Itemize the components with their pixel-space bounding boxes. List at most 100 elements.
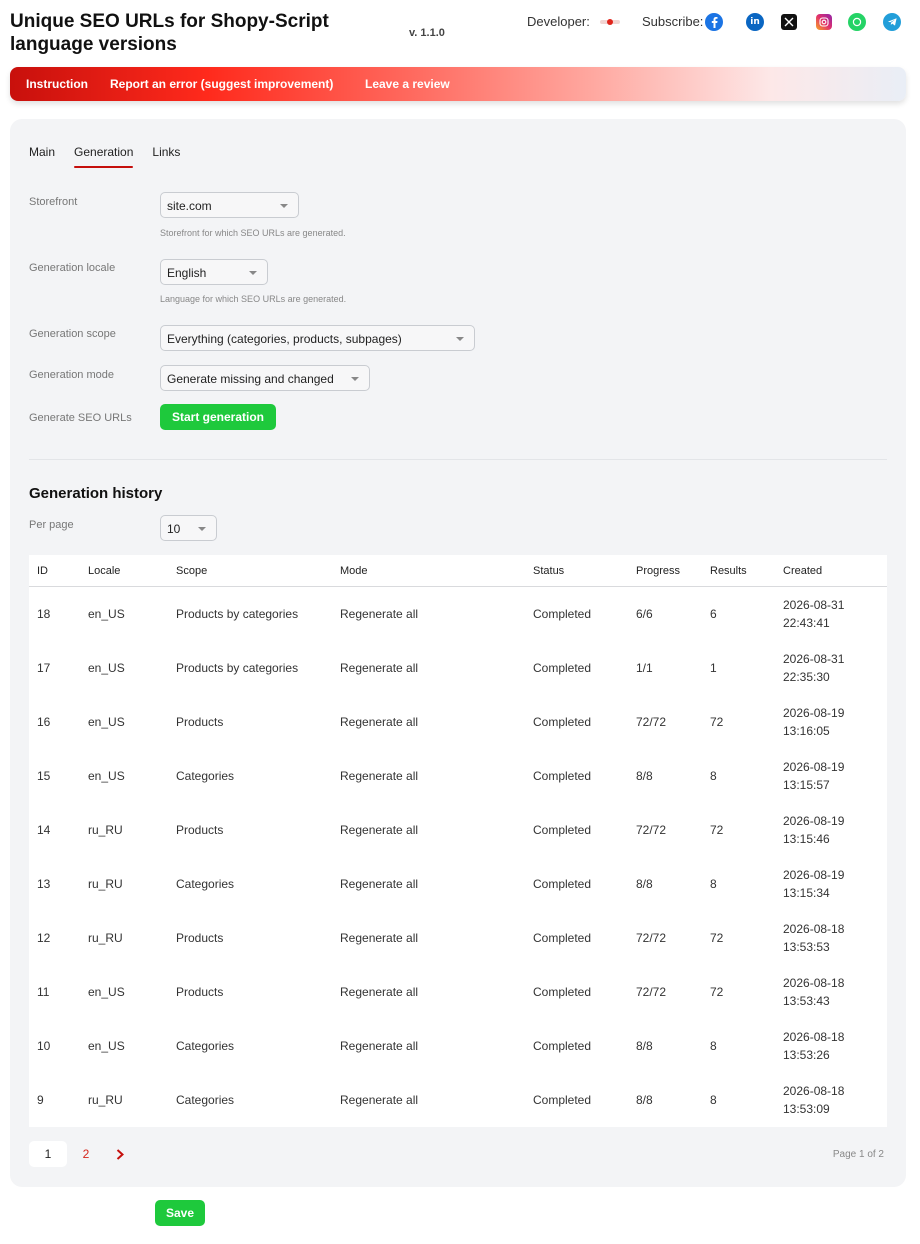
cell-locale: ru_RU xyxy=(88,1093,123,1107)
col-created: Created xyxy=(783,564,823,577)
cell-id: 13 xyxy=(37,877,51,891)
cell-status: Completed xyxy=(533,1039,592,1053)
col-progress: Progress xyxy=(636,564,681,577)
per-page-select[interactable]: 10 xyxy=(160,515,217,541)
tab-links[interactable]: Links xyxy=(152,145,180,167)
developer-logo-icon[interactable] xyxy=(599,17,620,27)
generation-scope-value: Everything (categories, products, subpag… xyxy=(167,332,402,346)
cell-id: 18 xyxy=(37,607,51,621)
col-scope: Scope xyxy=(176,564,208,577)
cell-progress: 72/72 xyxy=(636,715,667,729)
whatsapp-icon[interactable] xyxy=(848,13,866,31)
storefront-hint: Storefront for which SEO URLs are genera… xyxy=(160,228,346,238)
cell-results: 8 xyxy=(710,1039,717,1053)
cell-locale: en_US xyxy=(88,1039,125,1053)
chevron-down-icon xyxy=(351,377,359,381)
instruction-link[interactable]: Instruction xyxy=(26,77,88,91)
table-row: 12 ru_RU Products Regenerate all Completed 72… xyxy=(29,911,887,965)
cell-results: 72 xyxy=(710,985,724,999)
leave-review-link[interactable]: Leave a review xyxy=(365,77,450,91)
generation-scope-select[interactable]: Everything (categories, products, subpag… xyxy=(160,325,475,351)
cell-locale: en_US xyxy=(88,661,125,675)
main-card: Main Generation Links Storefront site.co… xyxy=(10,119,906,1187)
generate-seo-urls-label: Generate SEO URLs xyxy=(29,412,132,424)
chevron-right-icon[interactable] xyxy=(105,1141,135,1167)
cell-status: Completed xyxy=(533,931,592,945)
cell-results: 8 xyxy=(710,877,717,891)
cell-mode: Regenerate all xyxy=(340,1039,419,1053)
chevron-down-icon xyxy=(280,204,288,208)
cell-locale: en_US xyxy=(88,985,125,999)
page-1-button[interactable]: 1 xyxy=(29,1141,67,1167)
created-date: 2026-08-19 xyxy=(783,868,845,882)
cell-progress: 8/8 xyxy=(636,1093,653,1107)
cell-id: 16 xyxy=(37,715,51,729)
linkedin-icon[interactable]: in xyxy=(746,13,764,31)
cell-id: 15 xyxy=(37,769,51,783)
cell-mode: Regenerate all xyxy=(340,1093,419,1107)
col-locale: Locale xyxy=(88,564,121,577)
save-button[interactable]: Save xyxy=(155,1200,205,1226)
page-2-button[interactable]: 2 xyxy=(67,1141,105,1167)
cell-locale: ru_RU xyxy=(88,823,123,837)
instagram-icon[interactable] xyxy=(816,14,832,30)
cell-results: 72 xyxy=(710,715,724,729)
telegram-icon[interactable] xyxy=(883,13,901,31)
section-divider xyxy=(29,459,887,460)
tab-bar: Main Generation Links xyxy=(29,145,199,168)
cell-created: 2026-08-18 13:53:09 xyxy=(783,1073,844,1127)
cell-mode: Regenerate all xyxy=(340,931,419,945)
cell-scope: Categories xyxy=(176,1039,235,1053)
cell-progress: 72/72 xyxy=(636,985,667,999)
generation-locale-value: English xyxy=(167,266,207,280)
cell-id: 11 xyxy=(37,985,50,999)
created-date: 2026-08-18 xyxy=(783,1084,845,1098)
cell-id: 14 xyxy=(37,823,51,837)
report-error-link[interactable]: Report an error (suggest improvement) xyxy=(110,77,333,91)
created-time: 13:53:53 xyxy=(783,940,830,954)
col-id: ID xyxy=(37,564,48,577)
tab-main[interactable]: Main xyxy=(29,145,55,167)
x-icon[interactable] xyxy=(781,14,797,30)
cell-status: Completed xyxy=(533,823,592,837)
cell-progress: 72/72 xyxy=(636,931,667,945)
subscribe-label: Subscribe: xyxy=(642,14,704,29)
table-body: 18 en_US Products by categories Regenerate … xyxy=(29,587,887,1127)
cell-progress: 8/8 xyxy=(636,769,653,783)
tab-generation[interactable]: Generation xyxy=(74,145,134,168)
generation-locale-select[interactable]: English xyxy=(160,259,268,285)
table-row: 10 en_US Categories Regenerate all Completed… xyxy=(29,1019,887,1073)
created-time: 13:15:46 xyxy=(783,832,830,846)
per-page-value: 10 xyxy=(167,522,181,536)
cell-results: 1 xyxy=(710,661,717,675)
developer-block: Developer: xyxy=(527,14,620,29)
cell-mode: Regenerate all xyxy=(340,661,419,675)
table-row: 11 en_US Products Regenerate all Completed 72… xyxy=(29,965,887,1019)
cell-scope: Categories xyxy=(176,769,235,783)
generation-locale-hint: Language for which SEO URLs are generate… xyxy=(160,294,347,304)
created-time: 13:15:57 xyxy=(783,778,830,792)
cell-scope: Categories xyxy=(176,877,235,891)
storefront-select[interactable]: site.com xyxy=(160,192,299,218)
cell-locale: ru_RU xyxy=(88,877,123,891)
storefront-label: Storefront xyxy=(29,196,78,208)
history-table: ID Locale Scope Mode Status Progress Res… xyxy=(29,555,887,1127)
created-time: 22:43:41 xyxy=(783,616,830,630)
table-row: 17 en_US Products by categories Regenerate … xyxy=(29,641,887,695)
cell-results: 8 xyxy=(710,1093,717,1107)
cell-progress: 1/1 xyxy=(636,661,653,675)
cell-mode: Regenerate all xyxy=(340,715,419,729)
created-date: 2026-08-18 xyxy=(783,1030,845,1044)
cell-results: 6 xyxy=(710,607,717,621)
cell-status: Completed xyxy=(533,1093,592,1107)
developer-label: Developer: xyxy=(527,14,590,29)
cell-status: Completed xyxy=(533,985,592,999)
cell-progress: 72/72 xyxy=(636,823,667,837)
generation-mode-select[interactable]: Generate missing and changed xyxy=(160,365,370,391)
cell-locale: en_US xyxy=(88,715,125,729)
start-generation-button[interactable]: Start generation xyxy=(160,404,276,430)
cell-id: 9 xyxy=(37,1093,44,1107)
cell-created: 2026-08-19 13:15:46 xyxy=(783,803,844,857)
created-date: 2026-08-18 xyxy=(783,922,845,936)
facebook-icon[interactable] xyxy=(705,13,723,31)
